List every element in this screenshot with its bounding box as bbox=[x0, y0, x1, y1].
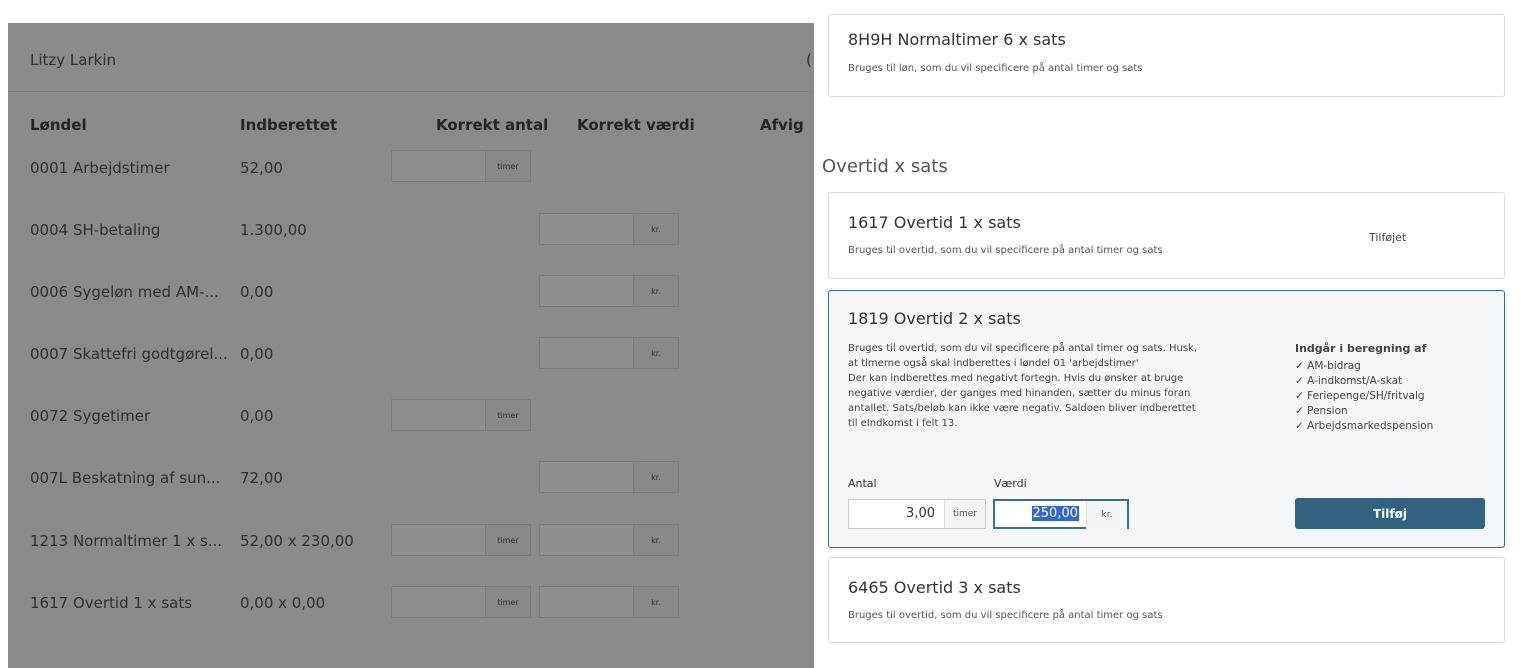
desc-line: antallet. Sats/beløb kan ikke være negat… bbox=[848, 403, 1196, 414]
hours-unit: timer bbox=[485, 400, 530, 430]
card-title: 6465 Overtid 3 x sats bbox=[848, 578, 1021, 597]
vaerdi-value: 250,00 bbox=[1031, 506, 1079, 521]
kr-input[interactable]: kr. bbox=[539, 337, 679, 369]
hours-input[interactable]: timer bbox=[391, 399, 531, 431]
wage-type-card-8h9h[interactable]: 8H9H Normaltimer 6 x sats Bruges til løn… bbox=[828, 14, 1505, 97]
antal-input[interactable]: 3,00 timer bbox=[848, 499, 986, 529]
includes-item: ✓ Pension bbox=[1295, 405, 1348, 417]
table-row-name: 0006 Sygeløn med AM-... bbox=[30, 283, 219, 301]
payroll-table-pane: Litzy Larkin ( Løndel Indberettet Korrek… bbox=[8, 23, 814, 668]
hours-input[interactable]: timer bbox=[391, 524, 531, 556]
add-button[interactable]: Tilføj bbox=[1295, 498, 1485, 529]
kr-unit: kr. bbox=[633, 338, 678, 368]
vaerdi-label: Værdi bbox=[994, 477, 1027, 490]
card-description: Bruges til løn, som du vil specificere p… bbox=[848, 63, 1143, 74]
employee-name: Litzy Larkin bbox=[30, 51, 117, 69]
vaerdi-unit: kr. bbox=[1086, 501, 1127, 529]
kr-input[interactable]: kr. bbox=[539, 586, 679, 618]
hours-unit: timer bbox=[485, 525, 530, 555]
table-row-name: 0007 Skattefri godtgørel... bbox=[30, 345, 228, 363]
kr-input[interactable]: kr. bbox=[539, 461, 679, 493]
col-header-indberettet: Indberettet bbox=[240, 116, 338, 134]
desc-line: til eIndkomst i felt 13. bbox=[848, 418, 958, 429]
wage-type-card-6465[interactable]: 6465 Overtid 3 x sats Bruges til overtid… bbox=[828, 557, 1505, 643]
desc-line: negative værdier, der ganges med hinande… bbox=[848, 388, 1191, 399]
table-row-name: 1617 Overtid 1 x sats bbox=[30, 594, 193, 612]
kr-unit: kr. bbox=[633, 214, 678, 244]
antal-value: 3,00 bbox=[906, 506, 935, 521]
desc-line: Bruges til overtid, som du vil specifice… bbox=[848, 343, 1197, 354]
kr-unit: kr. bbox=[633, 587, 678, 617]
table-row-name: 0001 Arbejdstimer bbox=[30, 159, 170, 177]
kr-input[interactable]: kr. bbox=[539, 213, 679, 245]
employee-header-trunc: ( bbox=[806, 51, 812, 69]
table-row-name: 0072 Sygetimer bbox=[30, 407, 151, 425]
includes-list: Indgår i beregning af ✓ AM-bidrag ✓ A-in… bbox=[1295, 341, 1433, 434]
antal-label: Antal bbox=[848, 477, 877, 490]
table-row-name: 1213 Normaltimer 1 x s... bbox=[30, 532, 223, 550]
includes-item: ✓ AM-bidrag bbox=[1295, 360, 1361, 372]
added-status: Tilføjet bbox=[1369, 231, 1407, 244]
card-description: Bruges til overtid, som du vil specifice… bbox=[848, 341, 1268, 431]
col-header-afvigelse: Afvig bbox=[760, 116, 804, 134]
col-header-loendel: Løndel bbox=[30, 116, 87, 134]
includes-item: ✓ A-indkomst/A-skat bbox=[1295, 375, 1403, 387]
table-row-value: 52,00 x 230,00 bbox=[240, 532, 354, 550]
table-row-name: 0004 SH-betaling bbox=[30, 221, 161, 239]
table-row-value: 0,00 x 0,00 bbox=[240, 594, 326, 612]
hours-unit: timer bbox=[485, 587, 530, 617]
table-row-value: 52,00 bbox=[240, 159, 283, 177]
table-row-name: 007L Beskatning af sun... bbox=[30, 469, 221, 487]
card-description: Bruges til overtid, som du vil specifice… bbox=[848, 610, 1163, 621]
kr-unit: kr. bbox=[633, 525, 678, 555]
hours-input[interactable]: timer bbox=[391, 150, 531, 182]
table-row-value: 72,00 bbox=[240, 469, 283, 487]
kr-input[interactable]: kr. bbox=[539, 275, 679, 307]
includes-item: ✓ Feriepenge/SH/fritvalg bbox=[1295, 390, 1425, 402]
kr-unit: kr. bbox=[633, 276, 678, 306]
table-row-value: 1.300,00 bbox=[240, 221, 307, 239]
table-row-value: 0,00 bbox=[240, 345, 274, 363]
col-header-korrekt-antal: Korrekt antal bbox=[436, 116, 549, 134]
employee-header: Litzy Larkin ( bbox=[8, 23, 814, 92]
hours-unit: timer bbox=[485, 151, 530, 181]
card-title: 1617 Overtid 1 x sats bbox=[848, 213, 1021, 232]
card-title: 1819 Overtid 2 x sats bbox=[848, 309, 1021, 328]
table-row-value: 0,00 bbox=[240, 407, 274, 425]
card-title: 8H9H Normaltimer 6 x sats bbox=[848, 30, 1066, 49]
desc-line: at timerne også skal indberettes i lønde… bbox=[848, 358, 1139, 369]
kr-input[interactable]: kr. bbox=[539, 524, 679, 556]
table-row-value: 0,00 bbox=[240, 283, 274, 301]
card-description: Bruges til overtid, som du vil specifice… bbox=[848, 245, 1163, 256]
vaerdi-input[interactable]: 250,00 kr. bbox=[993, 499, 1129, 529]
desc-line: Der kan indberettes med negativt fortegn… bbox=[848, 373, 1184, 384]
wage-type-card-1617[interactable]: 1617 Overtid 1 x sats Bruges til overtid… bbox=[828, 192, 1505, 279]
hours-input[interactable]: timer bbox=[391, 586, 531, 618]
wage-type-card-1819[interactable]: 1819 Overtid 2 x sats Bruges til overtid… bbox=[828, 290, 1505, 548]
section-title-overtid: Overtid x sats bbox=[822, 156, 948, 177]
kr-unit: kr. bbox=[633, 462, 678, 492]
includes-heading: Indgår i beregning af bbox=[1295, 342, 1427, 355]
includes-item: ✓ Arbejdsmarkedspension bbox=[1295, 420, 1434, 432]
col-header-korrekt-vaerdi: Korrekt værdi bbox=[577, 116, 695, 134]
antal-unit: timer bbox=[944, 500, 985, 528]
